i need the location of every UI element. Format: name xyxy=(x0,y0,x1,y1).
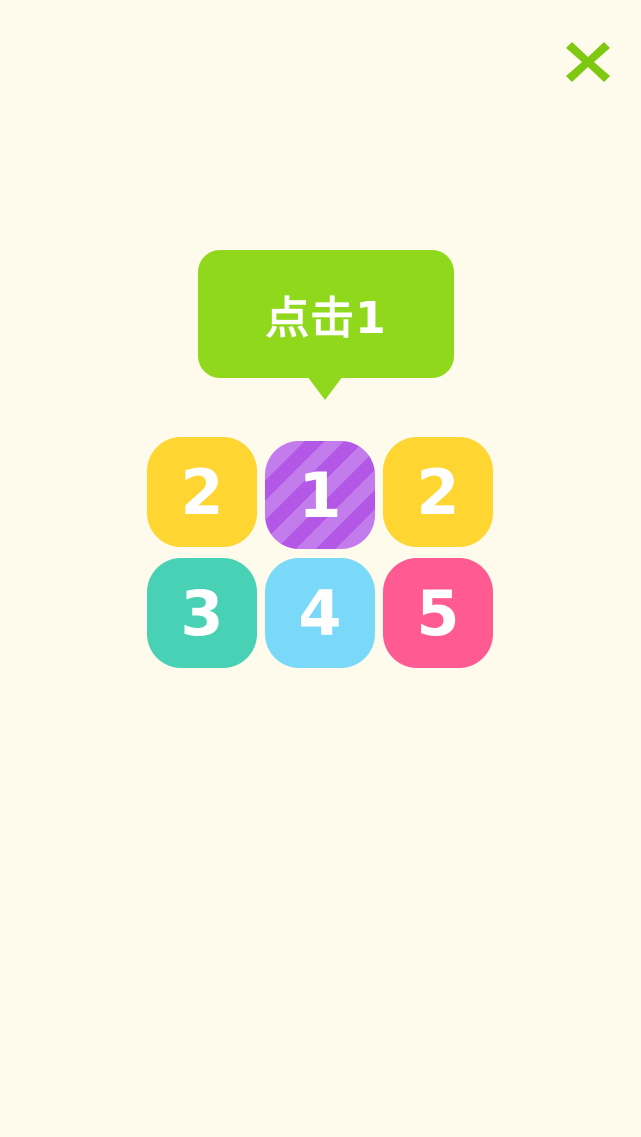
number-tile-2-right[interactable]: 2 xyxy=(383,437,493,547)
close-x-icon xyxy=(566,42,610,82)
tile-label: 4 xyxy=(298,576,342,650)
close-button[interactable] xyxy=(564,38,612,86)
number-tile-2-left[interactable]: 2 xyxy=(147,437,257,547)
tile-label: 1 xyxy=(298,458,342,532)
number-tile-5[interactable]: 5 xyxy=(383,558,493,668)
number-tile-1[interactable]: 1 xyxy=(265,441,375,549)
number-tile-3[interactable]: 3 xyxy=(147,558,257,668)
tile-label: 2 xyxy=(180,455,224,529)
instruction-bubble-pointer xyxy=(307,376,343,400)
instruction-bubble: 点击1 xyxy=(198,250,454,378)
number-tile-4[interactable]: 4 xyxy=(265,558,375,668)
tile-label: 5 xyxy=(416,576,460,650)
tile-label: 2 xyxy=(416,455,460,529)
instruction-text: 点击1 xyxy=(265,293,387,344)
tile-label: 3 xyxy=(180,576,224,650)
